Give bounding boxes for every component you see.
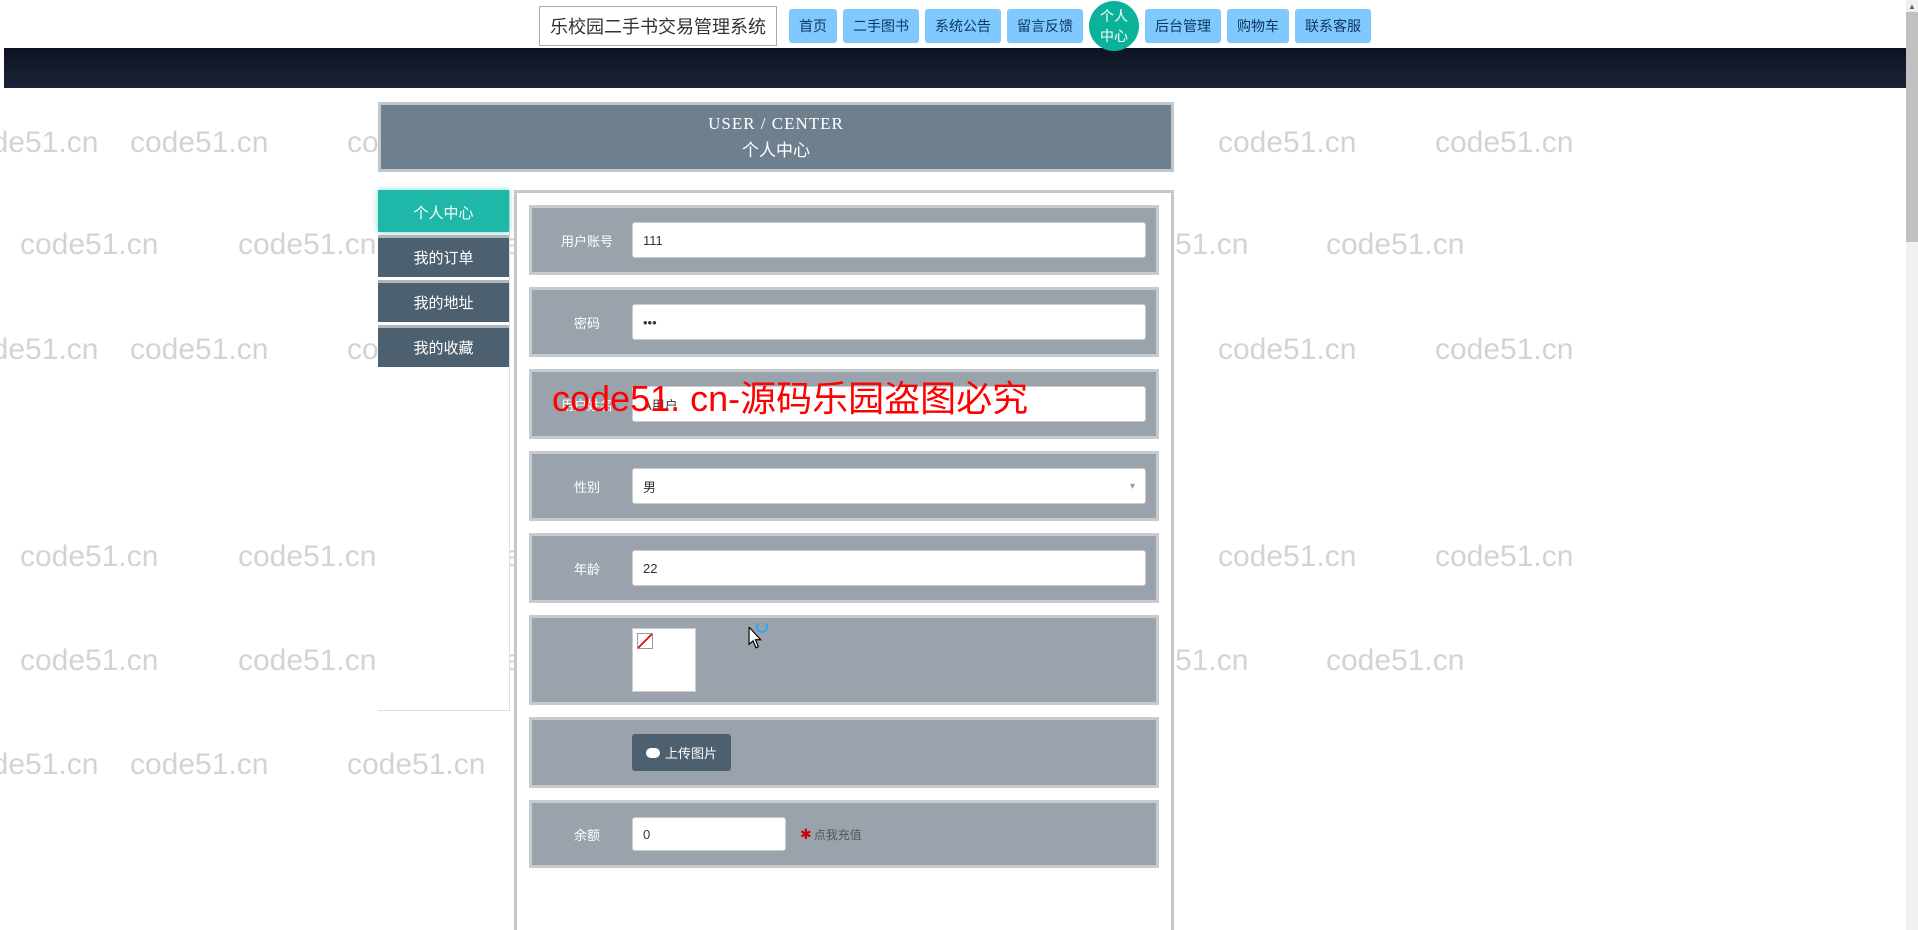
page-header: USER / CENTER 个人中心 xyxy=(378,102,1174,172)
wm: code51.cn xyxy=(347,748,485,782)
field-gender-select[interactable]: 男 ▾ xyxy=(632,468,1146,504)
field-balance-label: 余额 xyxy=(542,825,632,844)
field-username-label: 用户账号 xyxy=(542,231,632,250)
nav-notice[interactable]: 系统公告 xyxy=(925,9,1001,43)
broken-image-icon xyxy=(637,633,653,649)
sidebar-item-center[interactable]: 个人中心 xyxy=(378,190,509,232)
scroll-up-arrow-icon[interactable]: ▲ xyxy=(1906,0,1918,12)
sidebar-item-address[interactable]: 我的地址 xyxy=(378,280,509,322)
wm: code51.cn xyxy=(1326,644,1464,678)
field-password-label: 密码 xyxy=(542,313,632,332)
required-star-icon: ✱ xyxy=(800,826,812,843)
wm: code51.cn xyxy=(20,644,158,678)
main-panel: 用户账号 密码 用户姓名 性别 男 ▾ 年龄 上传图片 余额 ✱ 点我充 xyxy=(514,190,1174,930)
wm: code51.cn xyxy=(130,126,268,160)
sidebar-item-favorites[interactable]: 我的收藏 xyxy=(378,325,509,367)
wm: code51.cn xyxy=(1218,333,1356,367)
page-header-cn: 个人中心 xyxy=(742,136,810,161)
recharge-link[interactable]: 点我充值 xyxy=(814,826,862,843)
wm: code51.cn xyxy=(1218,126,1356,160)
wm: code51.cn xyxy=(238,228,376,262)
wm: code51.cn xyxy=(20,540,158,574)
wm: code51.cn xyxy=(1435,126,1573,160)
field-gender-value: 男 xyxy=(643,477,656,496)
field-username-input[interactable] xyxy=(632,222,1146,258)
nav-home[interactable]: 首页 xyxy=(789,9,837,43)
nav-cart[interactable]: 购物车 xyxy=(1227,9,1289,43)
field-password-row: 密码 xyxy=(529,287,1159,357)
scrollbar-thumb[interactable] xyxy=(1906,12,1918,242)
field-gender-row: 性别 男 ▾ xyxy=(529,451,1159,521)
wm: code51.cn xyxy=(1326,228,1464,262)
wm: code51.cn xyxy=(238,540,376,574)
field-age-label: 年龄 xyxy=(542,559,632,578)
field-avatar-row xyxy=(529,615,1159,705)
nav-admin[interactable]: 后台管理 xyxy=(1145,9,1221,43)
field-balance-input[interactable] xyxy=(632,817,786,851)
cloud-upload-icon xyxy=(646,748,660,758)
field-balance-row: 余额 ✱ 点我充值 xyxy=(529,800,1159,868)
page-header-en: USER / CENTER xyxy=(708,114,844,134)
nav-center[interactable]: 个人中心 xyxy=(1089,1,1139,51)
chevron-down-icon: ▾ xyxy=(1130,481,1135,492)
nav-feedback[interactable]: 留言反馈 xyxy=(1007,9,1083,43)
wm: code51.cn xyxy=(0,748,98,782)
wm: code51.cn xyxy=(238,644,376,678)
wm: code51.cn xyxy=(1218,540,1356,574)
sidebar-item-orders[interactable]: 我的订单 xyxy=(378,235,509,277)
wm: code51.cn xyxy=(20,228,158,262)
nav-service[interactable]: 联系客服 xyxy=(1295,9,1371,43)
field-gender-label: 性别 xyxy=(542,477,632,496)
wm: code51.cn xyxy=(0,333,98,367)
field-age-input[interactable] xyxy=(632,550,1146,586)
top-nav: 乐校园二手书交易管理系统 首页 二手图书 系统公告 留言反馈 个人中心 后台管理… xyxy=(4,4,1906,48)
avatar-image-box[interactable] xyxy=(632,628,696,692)
nav-books[interactable]: 二手图书 xyxy=(843,9,919,43)
field-upload-row: 上传图片 xyxy=(529,717,1159,788)
wm: code51.cn xyxy=(130,333,268,367)
wm: code51.cn xyxy=(1435,540,1573,574)
sidebar: 个人中心 我的订单 我的地址 我的收藏 xyxy=(378,190,510,711)
upload-button-label: 上传图片 xyxy=(665,743,717,762)
field-age-row: 年龄 xyxy=(529,533,1159,603)
wm: code51.cn xyxy=(130,748,268,782)
wm: code51.cn xyxy=(1435,333,1573,367)
brand-title: 乐校园二手书交易管理系统 xyxy=(539,6,777,46)
field-password-input[interactable] xyxy=(632,304,1146,340)
wm: code51.cn xyxy=(0,126,98,160)
watermark-banner: code51. cn-源码乐园盗图必究 xyxy=(552,370,1028,422)
field-username-row: 用户账号 xyxy=(529,205,1159,275)
vertical-scrollbar[interactable]: ▲ xyxy=(1906,0,1918,930)
upload-button[interactable]: 上传图片 xyxy=(632,734,731,771)
